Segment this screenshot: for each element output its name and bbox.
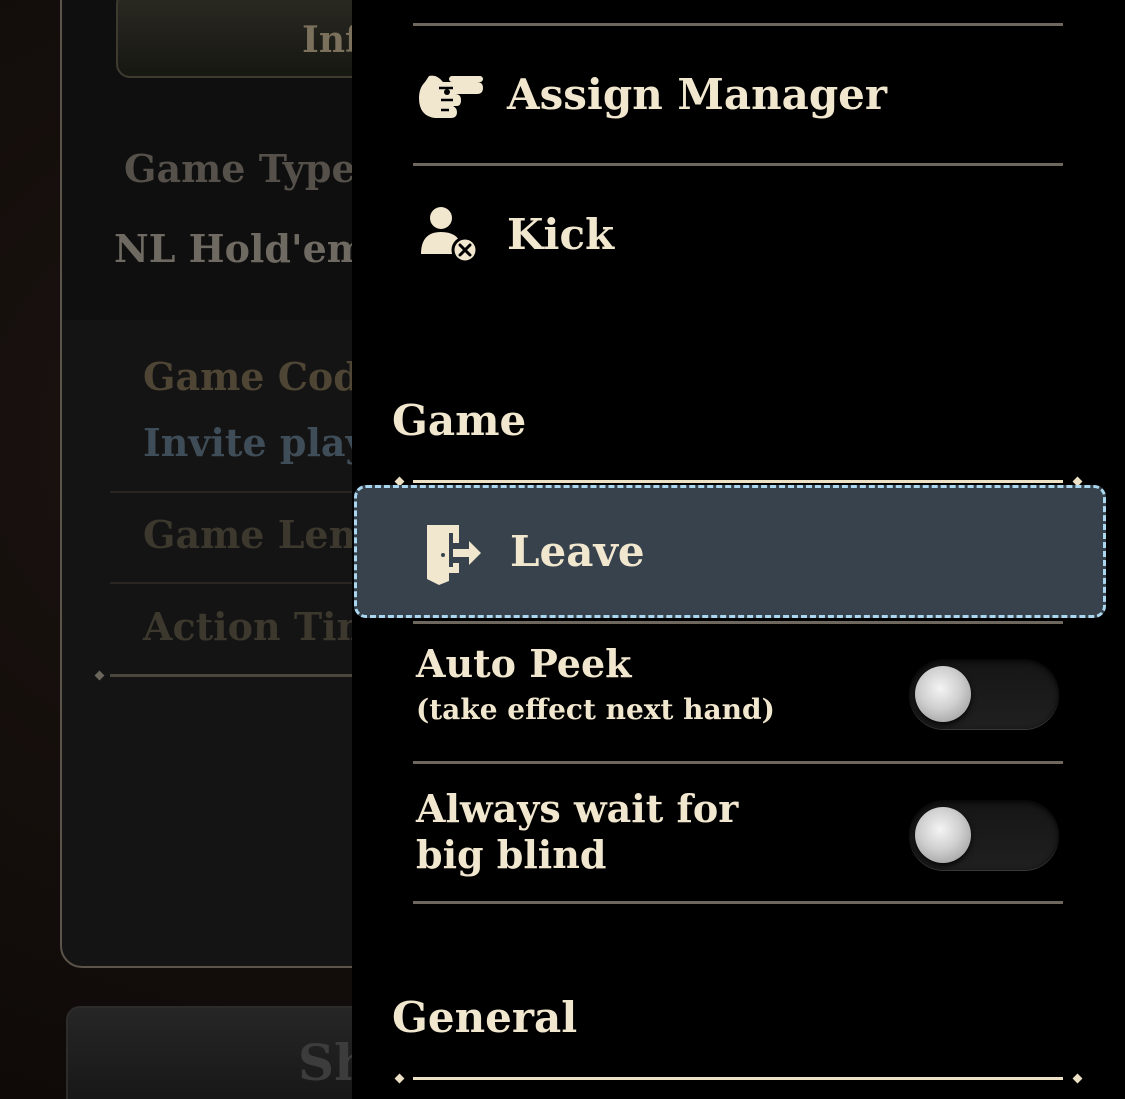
leave-button[interactable]: Leave: [354, 485, 1106, 618]
wait-big-blind-row: Always wait for big blind: [413, 764, 1063, 904]
user-remove-icon: [417, 207, 483, 264]
auto-peek-toggle[interactable]: [909, 659, 1059, 729]
screen: Inf Game Type NL Hold'em Game Code Invit…: [0, 0, 1125, 1099]
game-type-value: NL Hold'em: [114, 226, 367, 271]
auto-peek-row: Auto Peek (take effect next hand): [413, 623, 1063, 763]
divider-ornament: [1072, 1073, 1083, 1084]
section-divider: [413, 480, 1063, 483]
game-type-label: Game Type: [124, 146, 356, 191]
wait-big-blind-label-line1: Always wait for: [416, 786, 739, 831]
assign-manager-button[interactable]: Assign Manager: [413, 28, 1063, 162]
auto-peek-label: Auto Peek: [416, 641, 632, 686]
leave-label: Leave: [510, 527, 645, 576]
divider: [413, 23, 1063, 26]
action-time-label: Action Tim: [143, 604, 377, 649]
wait-big-blind-label-line2: big blind: [416, 832, 607, 877]
wait-big-blind-toggle[interactable]: [909, 800, 1059, 870]
toggle-knob: [915, 807, 971, 863]
exit-door-icon: [423, 523, 485, 585]
section-divider: [413, 1077, 1063, 1080]
auto-peek-hint: (take effect next hand): [416, 693, 775, 726]
kick-button[interactable]: Kick: [413, 168, 1063, 302]
player-menu-drawer: Assign Manager Kick Game Leave Auto Peek…: [352, 0, 1125, 1099]
toggle-knob: [915, 666, 971, 722]
game-code-label: Game Code: [143, 354, 385, 399]
divider: [413, 163, 1063, 166]
divider-ornament: [394, 1073, 405, 1084]
kick-label: Kick: [507, 210, 615, 259]
divider: [413, 901, 1063, 904]
game-length-label: Game Leng: [143, 512, 383, 557]
assign-manager-label: Assign Manager: [507, 70, 888, 119]
section-title-game: Game: [392, 396, 527, 445]
pointing-hand-icon: [417, 68, 483, 124]
section-title-general: General: [392, 993, 578, 1042]
